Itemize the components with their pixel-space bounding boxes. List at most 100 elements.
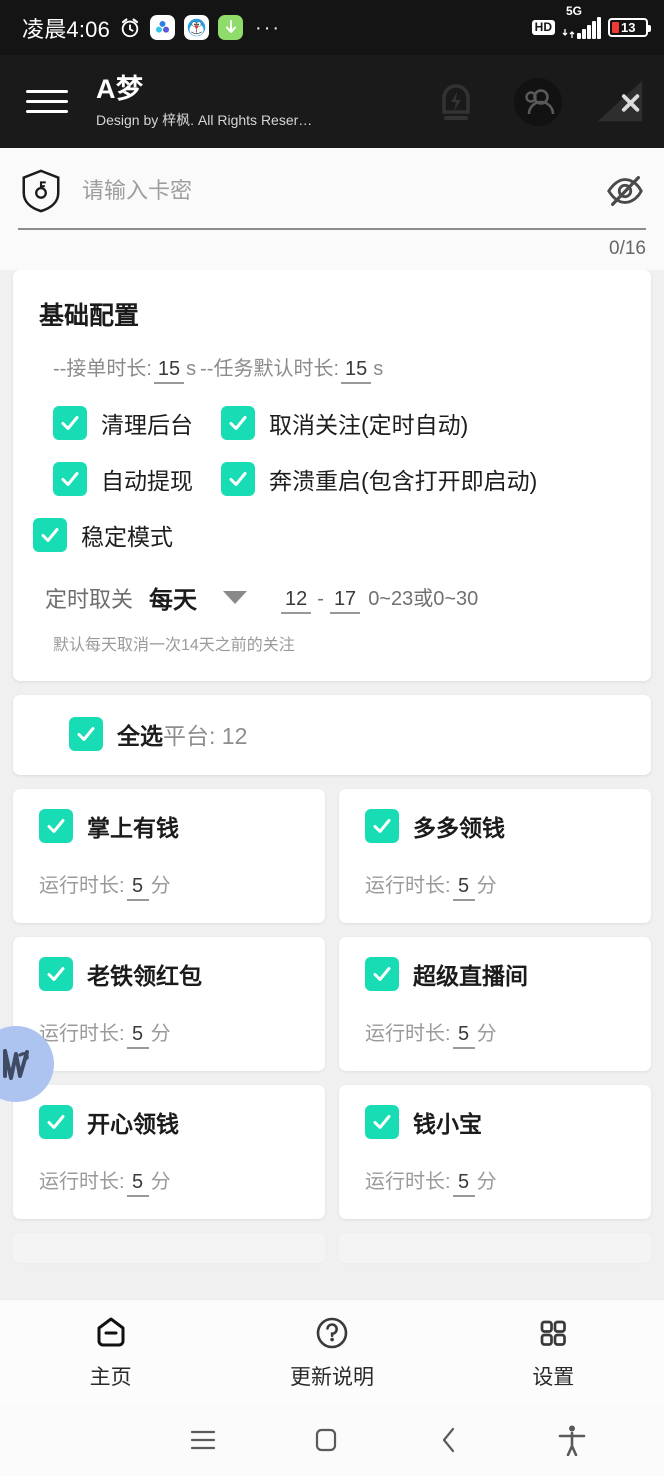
- chevron-down-icon[interactable]: [223, 591, 247, 604]
- config-checkbox-row-1: 清理后台 取消关注(定时自动): [13, 406, 651, 440]
- platform-runtime-4: 运行时长: 5 分: [13, 1139, 325, 1197]
- platform-card-0[interactable]: 掌上有钱 运行时长: 5 分: [13, 789, 325, 923]
- checkbox-label-clear-background: 清理后台: [101, 406, 193, 440]
- platform-head-3: 超级直播间: [339, 957, 651, 991]
- battery-icon: 13: [608, 18, 648, 37]
- grid-settings-icon: [534, 1314, 572, 1352]
- checkbox-auto-withdraw[interactable]: [53, 462, 87, 496]
- runtime-input-0[interactable]: 5: [127, 875, 149, 901]
- card-key-row: [18, 162, 646, 228]
- back-chevron-icon[interactable]: [387, 1426, 510, 1454]
- accept-duration-input[interactable]: 15: [154, 358, 184, 384]
- schedule-row: 定时取关 每天 12 - 17 0~23或0~30: [13, 552, 651, 615]
- runtime-label-2: 运行时长:: [39, 1017, 125, 1046]
- default-duration-unit: s: [373, 358, 383, 381]
- default-duration-input[interactable]: 15: [341, 358, 371, 384]
- runtime-unit-1: 分: [477, 869, 497, 898]
- platform-card-partial-left[interactable]: [13, 1233, 325, 1263]
- checkbox-platform-4[interactable]: [39, 1105, 73, 1139]
- runtime-label-3: 运行时长:: [365, 1017, 451, 1046]
- runtime-input-4[interactable]: 5: [127, 1171, 149, 1197]
- schedule-select-value[interactable]: 每天: [149, 580, 197, 615]
- tab-label-settings: 设置: [532, 1361, 574, 1391]
- network-type-label: 5G: [566, 4, 582, 18]
- checkbox-platform-1[interactable]: [365, 809, 399, 843]
- tab-label-update-notes: 更新说明: [290, 1361, 374, 1391]
- tab-label-home: 主页: [90, 1361, 132, 1391]
- tab-update-notes[interactable]: 更新说明: [221, 1300, 442, 1404]
- platform-runtime-1: 运行时长: 5 分: [339, 843, 651, 901]
- accessibility-icon[interactable]: [510, 1424, 633, 1456]
- runtime-label-4: 运行时长:: [39, 1165, 125, 1194]
- doraemon-app-icon: [184, 15, 209, 40]
- app-subtitle: Design by 梓枫. All Rights Reser…: [96, 110, 361, 130]
- signal-off-icon[interactable]: [594, 76, 646, 128]
- schedule-hour-from[interactable]: 12: [281, 588, 311, 614]
- runtime-unit-0: 分: [151, 869, 171, 898]
- platform-card-2[interactable]: 老铁领红包 运行时长: 5 分: [13, 937, 325, 1071]
- runtime-input-1[interactable]: 5: [453, 875, 475, 901]
- basic-config-card: 基础配置 --接单时长: 15 s --任务默认时长: 15 s 清理后台 取消…: [13, 270, 651, 681]
- runtime-input-3[interactable]: 5: [453, 1023, 475, 1049]
- help-circle-icon: [313, 1314, 351, 1352]
- platform-name-1: 多多领钱: [413, 809, 505, 843]
- checkbox-label-unfollow-auto: 取消关注(定时自动): [269, 406, 468, 440]
- platform-runtime-5: 运行时长: 5 分: [339, 1139, 651, 1197]
- card-key-section: [0, 148, 664, 230]
- runtime-label-0: 运行时长:: [39, 869, 125, 898]
- runtime-input-5[interactable]: 5: [453, 1171, 475, 1197]
- platform-name-2: 老铁领红包: [87, 957, 202, 991]
- checkbox-unfollow-auto[interactable]: [221, 406, 255, 440]
- schedule-range-hint: 0~23或0~30: [368, 582, 478, 611]
- eye-off-icon[interactable]: [604, 170, 646, 212]
- platform-card-3[interactable]: 超级直播间 运行时长: 5 分: [339, 937, 651, 1071]
- runtime-input-2[interactable]: 5: [127, 1023, 149, 1049]
- tab-settings[interactable]: 设置: [443, 1300, 664, 1404]
- platform-runtime-2: 运行时长: 5 分: [13, 991, 325, 1049]
- checkbox-label-crash-restart: 奔溃重启(包含打开即启动): [269, 462, 537, 496]
- hamburger-menu-icon[interactable]: [26, 90, 68, 113]
- config-checkbox-row-2: 自动提现 奔溃重启(包含打开即启动): [13, 462, 651, 496]
- app-title-block: A梦 Design by 梓枫. All Rights Reser…: [96, 73, 430, 130]
- checkbox-platform-0[interactable]: [39, 809, 73, 843]
- select-all-label: 全选: [117, 717, 163, 751]
- checkbox-platform-5[interactable]: [365, 1105, 399, 1139]
- card-key-counter: 0/16: [0, 230, 664, 270]
- home-icon: [92, 1314, 130, 1352]
- checkbox-crash-restart[interactable]: [221, 462, 255, 496]
- checkbox-clear-background[interactable]: [53, 406, 87, 440]
- platform-card-4[interactable]: 开心领钱 运行时长: 5 分: [13, 1085, 325, 1219]
- checkbox-label-stable-mode: 稳定模式: [81, 518, 173, 552]
- download-app-icon: [218, 15, 243, 40]
- app-bar-actions: [430, 76, 646, 128]
- schedule-label: 定时取关: [45, 582, 133, 614]
- checkbox-platform-3[interactable]: [365, 957, 399, 991]
- shield-key-icon: [18, 168, 64, 214]
- main-scroll-area[interactable]: 基础配置 --接单时长: 15 s --任务默认时长: 15 s 清理后台 取消…: [0, 270, 664, 1299]
- schedule-hour-to[interactable]: 17: [330, 588, 360, 614]
- status-time: 凌晨4:06: [22, 12, 110, 44]
- status-overflow: ···: [255, 23, 281, 33]
- home-square-icon[interactable]: [264, 1427, 387, 1453]
- clover-app-icon: [150, 15, 175, 40]
- platform-head-4: 开心领钱: [13, 1105, 325, 1139]
- runtime-label-1: 运行时长:: [365, 869, 451, 898]
- checkbox-platform-2[interactable]: [39, 957, 73, 991]
- checkbox-select-all-platforms[interactable]: [69, 717, 103, 751]
- user-account-icon[interactable]: [512, 76, 564, 128]
- battery-percent: 13: [621, 20, 635, 35]
- checkbox-stable-mode[interactable]: [33, 518, 67, 552]
- card-key-input[interactable]: [82, 178, 586, 204]
- app-bar: A梦 Design by 梓枫. All Rights Reser…: [0, 55, 664, 148]
- recents-menu-icon[interactable]: [141, 1429, 264, 1451]
- alarm-clock-icon: [119, 17, 141, 39]
- platform-card-partial-right[interactable]: [339, 1233, 651, 1263]
- platform-card-5[interactable]: 钱小宝 运行时长: 5 分: [339, 1085, 651, 1219]
- tab-home[interactable]: 主页: [0, 1300, 221, 1404]
- lightning-badge-icon[interactable]: [430, 76, 482, 128]
- page-title: A梦: [96, 73, 430, 105]
- platform-card-1[interactable]: 多多领钱 运行时长: 5 分: [339, 789, 651, 923]
- platform-head-2: 老铁领红包: [13, 957, 325, 991]
- default-duration-prefix: --任务默认时长:: [200, 352, 339, 381]
- runtime-unit-3: 分: [477, 1017, 497, 1046]
